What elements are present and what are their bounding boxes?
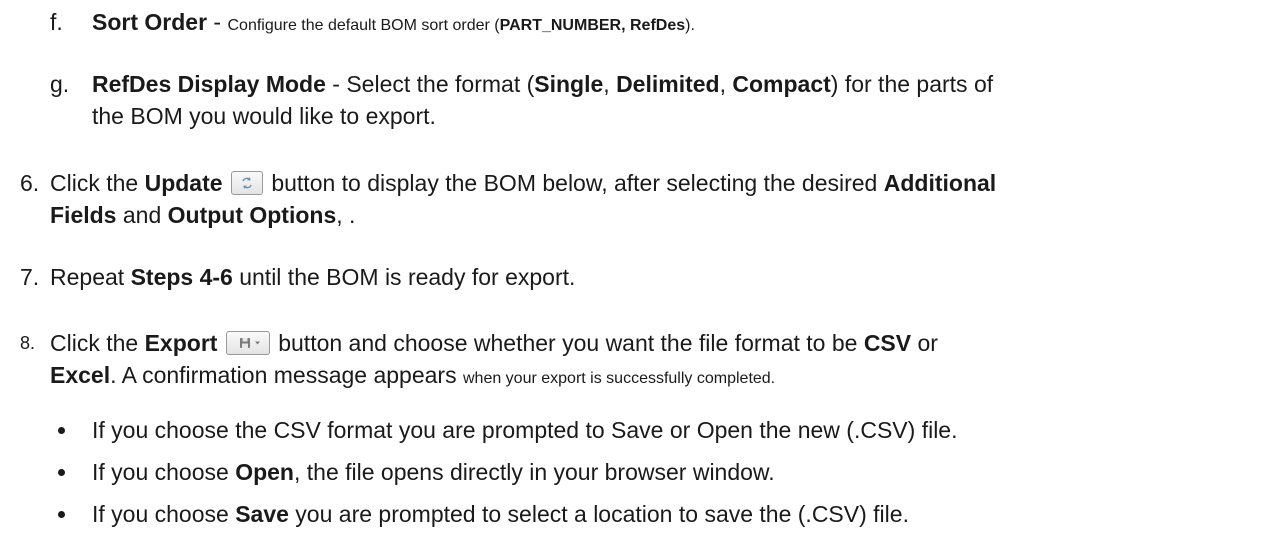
item-g-line1: RefDes Display Mode - Select the format … — [92, 70, 993, 98]
step-7-line: Repeat Steps 4-6 until the BOM is ready … — [50, 263, 575, 291]
list-marker-7: 7. — [20, 264, 40, 290]
step-7-text1: Repeat — [50, 264, 131, 290]
update-button[interactable] — [230, 171, 263, 195]
step-6-text4: , . — [336, 202, 356, 228]
item-g-opt2: Delimited — [616, 71, 720, 97]
step-8-text3: or — [911, 330, 938, 356]
step-6-bold2: Additional — [883, 170, 997, 196]
bullet-3: If you choose Save you are prompted to s… — [92, 500, 909, 528]
step-7-text2: until the BOM is ready for export. — [232, 264, 576, 290]
item-g-title: RefDes Display Mode — [92, 71, 326, 97]
bullet-dot — [58, 469, 65, 476]
item-f-text1: Configure the default BOM sort order ( — [227, 17, 500, 34]
item-f-dash: - — [207, 9, 228, 35]
bullet-3-pre: If you choose — [92, 501, 236, 527]
list-marker-f: f. — [50, 9, 63, 35]
bullet-dot — [58, 511, 65, 518]
refresh-icon — [242, 177, 252, 189]
bullet-2: If you choose Open, the file opens direc… — [92, 458, 775, 486]
item-g-text1: - Select the format ( — [325, 71, 535, 97]
step-6-update-label: Update — [144, 170, 223, 196]
step-6-text1: Click the — [50, 170, 145, 196]
export-save-icon — [239, 338, 260, 348]
item-g-sep2: , — [719, 71, 733, 97]
step-8-export-label: Export — [144, 330, 218, 356]
step-6-line2: Fields and Output Options, . — [50, 201, 355, 229]
step-8-text5: when your export is successfully complet… — [462, 370, 776, 387]
bullet-1: If you choose the CSV format you are pro… — [92, 417, 958, 443]
step-6-bold3: Fields — [50, 202, 117, 228]
list-marker-6: 6. — [20, 170, 40, 196]
item-f-bold1: PART_NUMBER, RefDes — [499, 17, 686, 34]
item-g-sep1: , — [603, 71, 617, 97]
dropdown-arrow-icon — [254, 341, 260, 345]
bullet-2-bold: Open — [235, 459, 294, 485]
item-g-line2: the BOM you would like to export. — [92, 103, 436, 129]
step-6-text2: button to display the BOM below, after s… — [264, 170, 884, 196]
bullet-3-post: you are prompted to select a location to… — [288, 501, 909, 527]
bullet-3-bold: Save — [235, 501, 289, 527]
step-6-bold4: Output Options — [167, 202, 337, 228]
export-button[interactable] — [225, 331, 270, 355]
step-8-bold3: Excel — [50, 362, 111, 388]
step-8-line2: Excel. A confirmation message appears wh… — [50, 361, 775, 393]
step-7-bold1: Steps 4-6 — [130, 264, 233, 290]
step-6-text3: and — [116, 202, 168, 228]
step-8-text2: button and choose whether you want the f… — [271, 330, 864, 356]
item-f-text: Sort Order - Configure the default BOM s… — [92, 8, 695, 40]
item-f-title: Sort Order — [92, 9, 208, 35]
item-g-opt1: Single — [534, 71, 604, 97]
bullet-dot — [58, 427, 65, 434]
bullet-2-pre: If you choose — [92, 459, 236, 485]
step-8-text1: Click the — [50, 330, 145, 356]
step-6-line1: Click the Update button to display the B… — [50, 169, 996, 197]
list-marker-g: g. — [50, 71, 70, 97]
item-f-text2: ). — [685, 17, 695, 34]
item-g-opt3: Compact — [732, 71, 831, 97]
step-8-line1: Click the Export button and choose wheth… — [50, 329, 938, 357]
item-g-text2: ) for the parts of — [830, 71, 994, 97]
step-8-text4: . A confirmation message appears — [110, 362, 463, 388]
step-8-bold2: CSV — [863, 330, 912, 356]
list-marker-8: 8. — [20, 333, 36, 353]
bullet-2-post: , the file opens directly in your browse… — [293, 459, 775, 485]
